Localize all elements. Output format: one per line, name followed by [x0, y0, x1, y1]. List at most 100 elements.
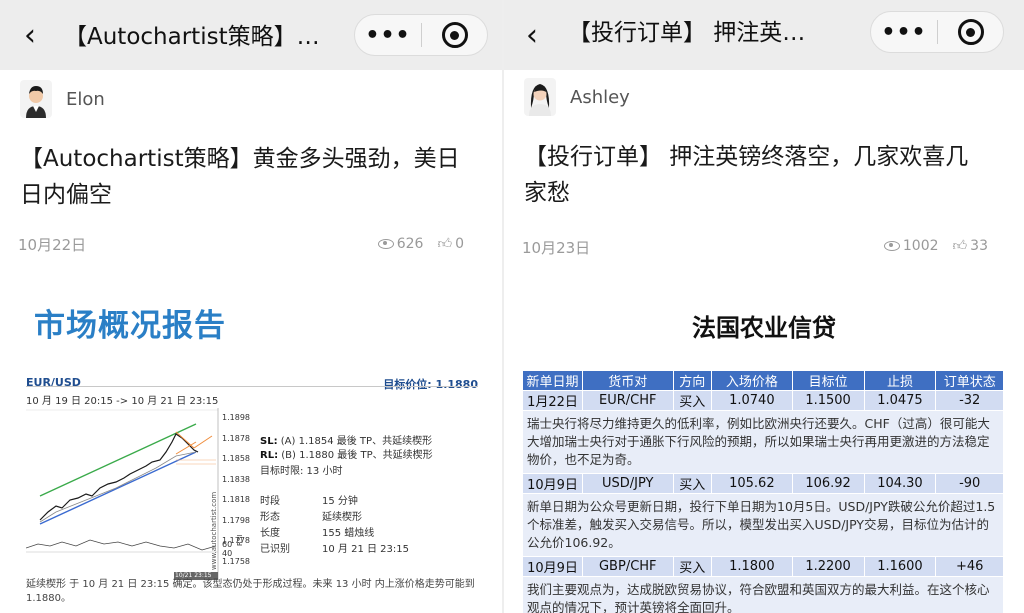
- views-stat: 1002: [883, 237, 939, 254]
- likes-stat[interactable]: 👍︎ 0: [437, 235, 464, 253]
- table-cell: 1.0475: [863, 390, 937, 411]
- column-header: 目标位: [791, 370, 865, 391]
- table-cell: 1月22日: [522, 390, 583, 411]
- views-stat: 626: [377, 235, 424, 252]
- back-arrow-icon[interactable]: ‹: [16, 20, 44, 52]
- back-arrow-icon[interactable]: ‹: [518, 20, 546, 52]
- nav-title: 【Autochartist策略】…: [64, 24, 320, 50]
- footnote-line: 1.1880。: [26, 593, 71, 604]
- nav-bar: ‹ 【投行订单】 押注英… •••: [504, 0, 1024, 70]
- more-dots-icon[interactable]: •••: [355, 15, 421, 55]
- article-stats: 1002 👍︎ 33: [883, 237, 988, 255]
- kv-row: 时段 15 分钟: [260, 492, 358, 507]
- right-article-panel: ‹ 【投行订单】 押注英… ••• Ashley 【投行订单】 押注英镑终落空，…: [504, 0, 1024, 613]
- table-cell: GBP/CHF: [582, 556, 674, 577]
- table-header-row: 新单日期 货币对 方向 入场价格 目标位 止损 订单状态: [522, 370, 1004, 391]
- y-tick: 1.1898: [222, 413, 250, 422]
- column-header: 方向: [672, 370, 713, 391]
- watermark: www.autochartist.com: [210, 491, 218, 570]
- avatar[interactable]: [524, 78, 556, 116]
- headline-line: 【投行订单】 押注英镑终落空，几家欢喜几: [524, 144, 969, 170]
- publish-date: 10月22日: [18, 236, 87, 254]
- article-stats: 626 👍︎ 0: [377, 235, 464, 253]
- rsi-tick-labels: 60 40: [222, 540, 232, 558]
- rl-text: (B) 1.1880 最後 TP、共延续楔形: [281, 450, 433, 461]
- more-dots-icon[interactable]: •••: [871, 12, 937, 52]
- article-headline[interactable]: 【投行订单】 押注英镑终落空，几家欢喜几 家愁: [524, 139, 968, 211]
- close-target-icon[interactable]: [938, 12, 1003, 52]
- table-note-row: 新单日期为公众号更新日期，投行下单日期为10月5日。USD/JPY跌破公允价超过…: [522, 493, 1004, 557]
- kv-key: 已识别: [260, 544, 290, 555]
- likes-stat[interactable]: 👍︎ 33: [952, 237, 988, 255]
- avatar[interactable]: [20, 80, 52, 118]
- table-note: 瑞士央行将尽力维持更久的低利率，例如比欧洲央行还要久。CHF（过高）很可能大大增…: [522, 410, 1004, 474]
- column-header: 入场价格: [711, 370, 793, 391]
- kv-key: 长度: [260, 528, 280, 539]
- target-time: 目标时限: 13 小时: [260, 466, 343, 477]
- mini-program-capsule: •••: [870, 11, 1004, 53]
- currency-pair: EUR/USD: [26, 376, 81, 389]
- kv-key: 形态: [260, 512, 280, 523]
- y-tick: 1.1838: [222, 474, 250, 484]
- rsi-label: RSI: [236, 534, 244, 546]
- table-row: 1月22日 EUR/CHF 买入 1.0740 1.1500 1.0475 -3…: [522, 390, 1004, 411]
- author-row[interactable]: Elon: [20, 80, 105, 118]
- sl-line: SL: (A) 1.1854 最後 TP、共延续楔形: [260, 432, 432, 447]
- rl-line: RL: (B) 1.1880 最後 TP、共延续楔形: [260, 446, 433, 461]
- kv-row: 已识别 10 月 21 日 23:15: [260, 540, 409, 555]
- y-tick: 1.1878: [222, 433, 250, 443]
- table-cell: 104.30: [863, 473, 937, 494]
- table-cell: 买入: [672, 473, 713, 494]
- table-cell: EUR/CHF: [582, 390, 674, 411]
- likes-count: 33: [970, 237, 988, 254]
- thumb-up-icon: 👍︎: [952, 238, 968, 254]
- kv-value: 10 月 21 日 23:15: [322, 544, 409, 555]
- footnote-line: 延续楔形 于 10 月 21 日 23:15 确定。该型态仍处于形成过程。未来 …: [26, 579, 475, 590]
- table-cell: 买入: [672, 556, 713, 577]
- headline-line: 日内偏空: [20, 182, 112, 208]
- table-cell: 1.1800: [711, 556, 793, 577]
- mini-program-capsule: •••: [354, 14, 488, 56]
- table-row: 10月9日 USD/JPY 买入 105.62 106.92 104.30 -9…: [522, 473, 1004, 494]
- table-note-row: 我们主要观点为，达成脱欧贸易协议，符合欧盟和英国双方的最大利益。在这个核心观点的…: [522, 576, 1004, 613]
- table-cell: -90: [935, 473, 1004, 494]
- table-cell: +46: [935, 556, 1004, 577]
- orders-table: 新单日期 货币对 方向 入场价格 目标位 止损 订单状态 1月22日 EUR/C…: [522, 370, 1004, 613]
- eye-icon: [377, 238, 394, 249]
- thumb-up-icon: 👍︎: [437, 236, 453, 252]
- author-name: Ashley: [570, 86, 630, 108]
- y-tick: 1.1818: [222, 495, 250, 504]
- kv-value: 延续楔形: [322, 512, 362, 523]
- eye-icon: [883, 240, 900, 251]
- left-article-panel: ‹ 【Autochartist策略】… ••• Elon 【Autocharti…: [0, 0, 502, 613]
- table-cell: 106.92: [791, 473, 865, 494]
- table-cell: 买入: [672, 390, 713, 411]
- table-note: 我们主要观点为，达成脱欧贸易协议，符合欧盟和英国双方的最大利益。在这个核心观点的…: [522, 576, 1004, 613]
- table-cell: 1.2200: [791, 556, 865, 577]
- split-screen: ‹ 【Autochartist策略】… ••• Elon 【Autocharti…: [0, 0, 1024, 613]
- y-tick: 1.1798: [222, 515, 250, 525]
- kv-value: 15 分钟: [322, 496, 358, 507]
- rl-label: RL:: [260, 450, 279, 461]
- article-headline[interactable]: 【Autochartist策略】黄金多头强劲，美日 日内偏空: [20, 141, 460, 213]
- headline-line: 【Autochartist策略】黄金多头强劲，美日: [20, 146, 460, 172]
- views-count: 626: [396, 235, 424, 252]
- chart-footnote: 延续楔形 于 10 月 21 日 23:15 确定。该型态仍处于形成过程。未来 …: [26, 578, 478, 606]
- column-header: 订单状态: [935, 370, 1004, 391]
- author-row[interactable]: Ashley: [524, 78, 630, 116]
- y-tick: 1.1858: [222, 454, 250, 463]
- report-title: 法国农业信贷: [692, 314, 836, 342]
- kv-row: 形态 延续楔形: [260, 508, 362, 523]
- column-header: 止损: [863, 370, 937, 391]
- table-note-row: 瑞士央行将尽力维持更久的低利率，例如比欧洲央行还要久。CHF（过高）很可能大大增…: [522, 410, 1004, 474]
- column-header: 新单日期: [522, 370, 583, 391]
- table-cell: 10月9日: [522, 556, 583, 577]
- likes-count: 0: [455, 235, 464, 252]
- views-count: 1002: [902, 237, 939, 254]
- nav-title: 【投行订单】 押注英…: [568, 20, 806, 46]
- rsi-tick: 40: [222, 549, 233, 558]
- table-cell: 1.0740: [711, 390, 793, 411]
- close-target-icon[interactable]: [422, 15, 487, 55]
- table-cell: 1.1600: [863, 556, 937, 577]
- kv-row: 长度 155 蜡烛线: [260, 524, 374, 539]
